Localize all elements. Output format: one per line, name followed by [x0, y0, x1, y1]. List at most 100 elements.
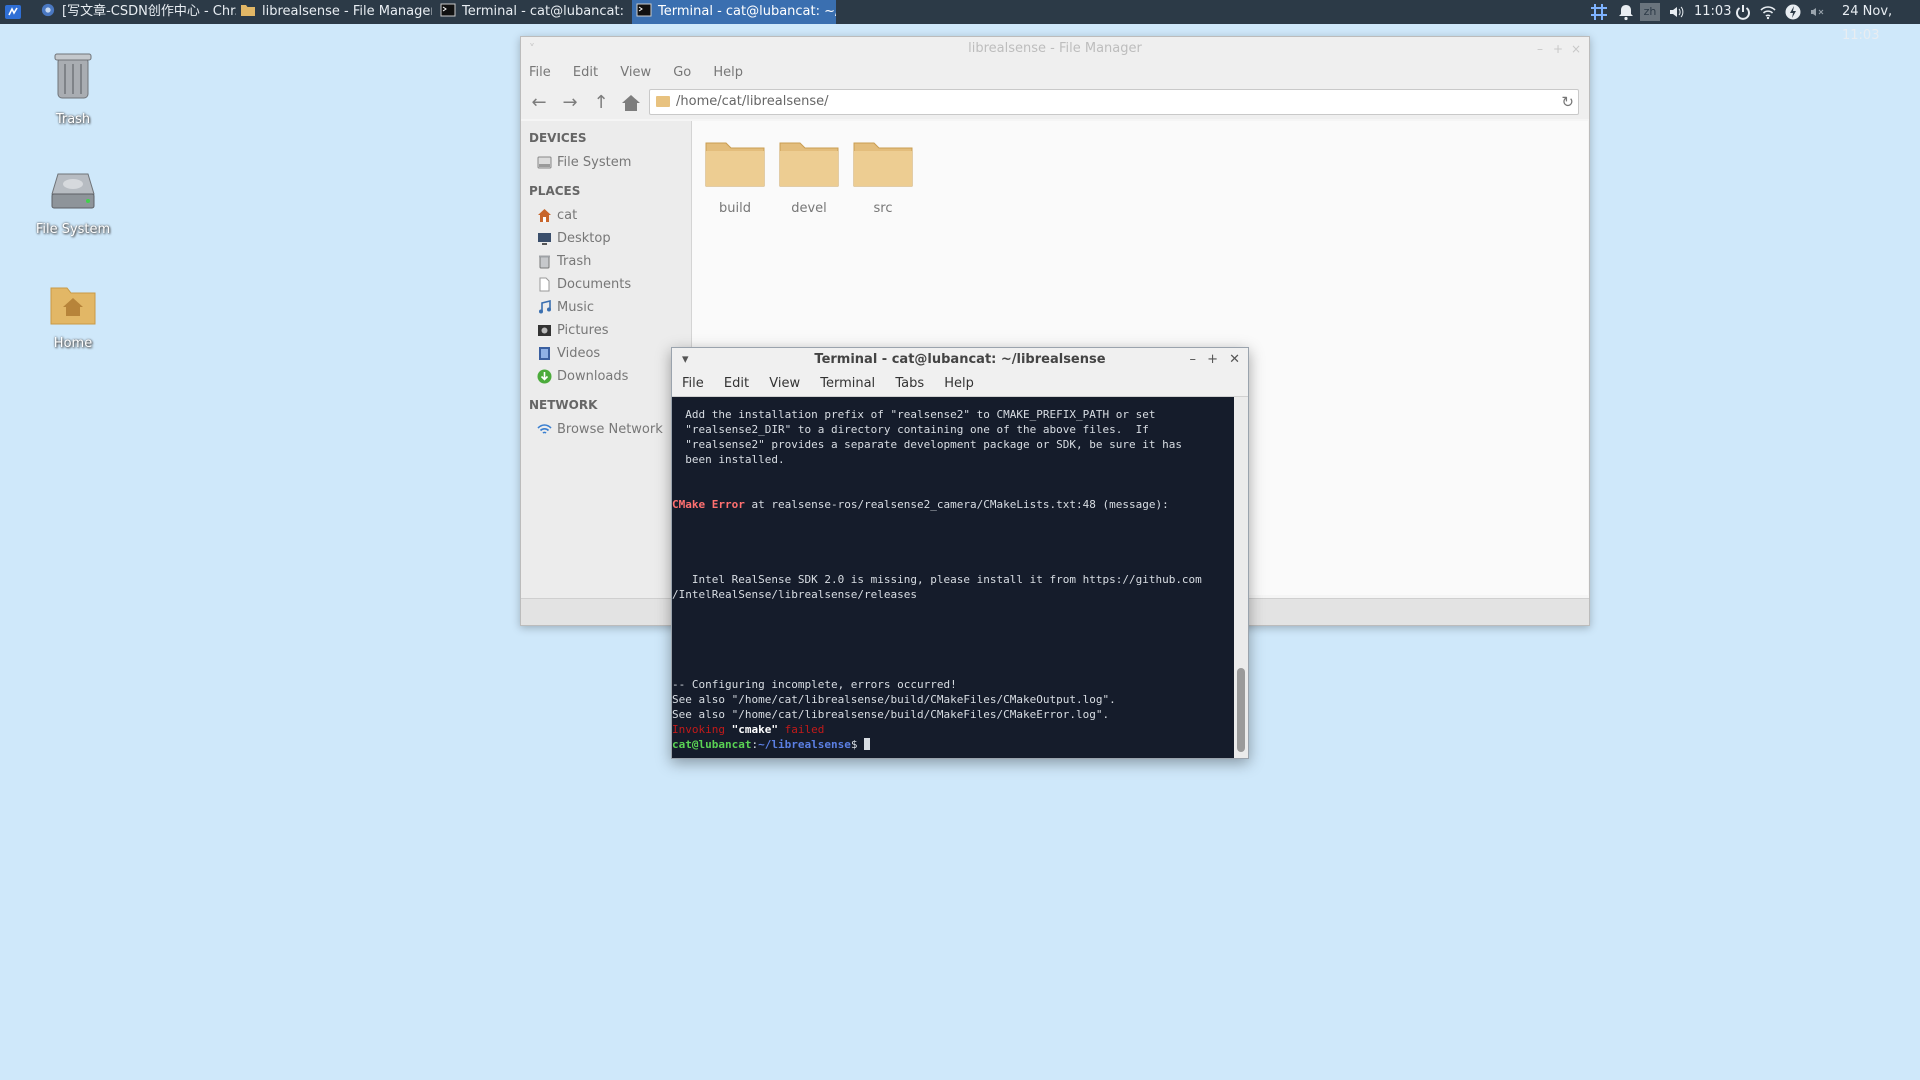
- battery-charging-icon[interactable]: [1784, 3, 1802, 21]
- terminal-titlebar[interactable]: ▾ Terminal - cat@lubancat: ~/librealsens…: [672, 348, 1248, 372]
- sidebar-item-desktop[interactable]: Desktop: [521, 227, 691, 250]
- menu-edit[interactable]: Edit: [573, 65, 598, 80]
- sidebar-item-documents[interactable]: Documents: [521, 273, 691, 296]
- menu-file[interactable]: File: [529, 65, 551, 80]
- close-button[interactable]: ×: [1571, 37, 1581, 61]
- minimize-button[interactable]: –: [1190, 348, 1197, 372]
- downloads-icon: [537, 369, 552, 384]
- folder-item-src[interactable]: src: [848, 137, 918, 216]
- power-icon[interactable]: [1734, 3, 1752, 21]
- terminal-prompt[interactable]: cat@lubancat:~/librealsense$: [672, 737, 871, 752]
- folder-icon: [241, 5, 255, 16]
- desktop-icon-file-system[interactable]: File System: [18, 168, 128, 237]
- file-manager-titlebar[interactable]: ˅ librealsense - File Manager – + ×: [521, 37, 1589, 61]
- menu-help[interactable]: Help: [944, 376, 974, 391]
- cmake-error-location: at realsense-ros/realsense2_camera/CMake…: [744, 498, 1169, 511]
- taskbar-item-browser[interactable]: [写文章-CSDN创作中心 - Chr...: [36, 0, 236, 24]
- panel-clock[interactable]: 11:03: [1694, 0, 1731, 24]
- cmake-error-label: CMake Error: [672, 498, 745, 511]
- trash-icon: [54, 53, 92, 99]
- terminal-scrollbar[interactable]: [1234, 397, 1248, 758]
- folder-label: build: [719, 201, 751, 216]
- menu-edit[interactable]: Edit: [724, 376, 749, 391]
- menu-tabs[interactable]: Tabs: [895, 376, 924, 391]
- desktop-icon-trash[interactable]: Trash: [18, 50, 128, 127]
- notification-bell-icon[interactable]: [1617, 3, 1635, 21]
- location-bar[interactable]: /home/cat/librealsense/ ↻: [649, 89, 1579, 115]
- chromium-icon: [41, 3, 55, 17]
- sidebar-item-label: Downloads: [557, 369, 629, 384]
- terminal-screen[interactable]: Add the installation prefix of "realsens…: [672, 397, 1234, 758]
- back-arrow-icon[interactable]: ←: [529, 93, 549, 113]
- location-path[interactable]: /home/cat/librealsense/: [676, 90, 828, 114]
- sidebar-item-videos[interactable]: Videos: [521, 342, 691, 365]
- sidebar-item-label: Documents: [557, 277, 632, 292]
- sidebar-item-label: Browse Network: [557, 422, 663, 437]
- maximize-button[interactable]: +: [1553, 37, 1563, 61]
- home-folder-icon: [50, 287, 96, 325]
- home-icon[interactable]: [621, 93, 641, 113]
- sidebar-item-label: cat: [557, 208, 578, 223]
- menu-view[interactable]: View: [769, 376, 800, 391]
- document-icon: [539, 277, 550, 292]
- up-arrow-icon[interactable]: ↑: [591, 93, 611, 113]
- wifi-icon[interactable]: [1759, 3, 1777, 21]
- window-title: Terminal - cat@lubancat: ~/librealsense: [814, 352, 1106, 367]
- folder-label: devel: [791, 201, 827, 216]
- sidebar-heading-devices: DEVICES: [529, 131, 587, 145]
- sidebar-item-label: File System: [557, 155, 632, 170]
- taskbar-item-terminal-librealsense[interactable]: Terminal - cat@lubancat: ~/l...: [632, 0, 836, 24]
- menu-view[interactable]: View: [620, 65, 651, 80]
- menu-file[interactable]: File: [682, 376, 704, 391]
- speaker-muted-icon[interactable]: [1808, 3, 1826, 21]
- reload-icon[interactable]: ↻: [1561, 90, 1574, 114]
- input-method-indicator[interactable]: zh: [1640, 3, 1660, 21]
- terminal-icon: [440, 3, 456, 17]
- terminal-line: Invoking "cmake" failed: [672, 722, 824, 737]
- terminal-line: Intel RealSense SDK 2.0 is missing, plea…: [672, 573, 1202, 586]
- sidebar-item-browse-network[interactable]: Browse Network: [521, 418, 691, 441]
- file-manager-menubar: File Edit View Go Help: [521, 61, 1589, 85]
- desktop-icon-home[interactable]: Home: [18, 284, 128, 351]
- minimize-button[interactable]: –: [1537, 37, 1543, 61]
- sidebar-item-trash[interactable]: Trash: [521, 250, 691, 273]
- sidebar-heading-network: NETWORK: [529, 398, 598, 412]
- window-menu-icon[interactable]: ▾: [682, 348, 689, 372]
- panel-date[interactable]: 24 Nov, 11:03: [1842, 0, 1920, 43]
- failed-text: failed: [777, 723, 825, 736]
- prompt-user: cat@lubancat: [672, 738, 752, 751]
- whisker-menu-icon[interactable]: [4, 3, 22, 21]
- folder-icon: [853, 142, 913, 187]
- sidebar-item-downloads[interactable]: Downloads: [521, 365, 691, 388]
- menu-go[interactable]: Go: [673, 65, 691, 80]
- sidebar-item-label: Music: [557, 300, 594, 315]
- folder-item-devel[interactable]: devel: [774, 137, 844, 216]
- terminal-line: CMake Error at realsense-ros/realsense2_…: [672, 497, 1169, 512]
- forward-arrow-icon[interactable]: →: [560, 93, 580, 113]
- scrollbar-thumb[interactable]: [1237, 668, 1245, 752]
- sidebar-item-cat[interactable]: cat: [521, 204, 691, 227]
- sidebar-item-pictures[interactable]: Pictures: [521, 319, 691, 342]
- invoking-text: Invoking: [672, 723, 732, 736]
- folder-label: src: [873, 201, 893, 216]
- window-menu-icon[interactable]: ˅: [529, 37, 535, 61]
- terminal-menubar: File Edit View Terminal Tabs Help: [672, 372, 1248, 397]
- folder-icon: [705, 142, 765, 187]
- volume-icon[interactable]: [1668, 3, 1686, 21]
- close-button[interactable]: ✕: [1229, 348, 1240, 372]
- prompt-dollar: $: [850, 738, 865, 751]
- sidebar-item-label: Pictures: [557, 323, 609, 338]
- menu-terminal[interactable]: Terminal: [820, 376, 875, 391]
- trash-icon: [539, 255, 550, 269]
- sidebar-item-file-system[interactable]: File System: [521, 151, 691, 174]
- workspace-grid-icon[interactable]: [1590, 3, 1608, 21]
- folder-item-build[interactable]: build: [700, 137, 770, 216]
- folder-icon: [779, 142, 839, 187]
- top-panel: [写文章-CSDN创作中心 - Chr... librealsense - Fi…: [0, 0, 1920, 43]
- taskbar-item-terminal-home[interactable]: Terminal - cat@lubancat: ~: [436, 0, 628, 24]
- maximize-button[interactable]: +: [1207, 348, 1218, 372]
- menu-help[interactable]: Help: [713, 65, 743, 80]
- taskbar-item-file-manager[interactable]: librealsense - File Manager: [236, 0, 432, 24]
- sidebar-item-music[interactable]: Music: [521, 296, 691, 319]
- terminal-line: Add the installation prefix of "realsens…: [672, 408, 1156, 421]
